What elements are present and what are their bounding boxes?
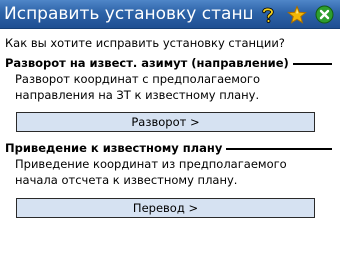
section-translate-description: Приведение координат из предполагаемого … — [15, 156, 325, 188]
description-line: Разворот координат с предполагаемого — [15, 72, 260, 86]
question-text: Как вы хотите исправить установку станци… — [5, 36, 285, 50]
description-line: начала отсчета к известному плану. — [15, 173, 238, 187]
star-icon — [286, 4, 307, 24]
section-rotation-title: Разворот на извест. азимут (направление) — [5, 56, 293, 70]
help-icon — [261, 7, 274, 23]
section-rotation-description: Разворот координат с предполагаемого нап… — [15, 71, 325, 103]
translate-button[interactable]: Перевод > — [16, 198, 315, 218]
description-line: направления на ЗТ к известному плану. — [15, 88, 260, 102]
help-button[interactable] — [257, 4, 278, 25]
favorite-button[interactable] — [286, 4, 307, 25]
close-button[interactable] — [314, 4, 335, 25]
description-line: Приведение координат из предполагаемого — [15, 157, 287, 171]
section-rotation-heading: Разворот на извест. азимут (направление) — [5, 56, 332, 70]
title-bar: Исправить установку станци — [0, 0, 340, 29]
section-translate-heading: Приведение к известному плану — [5, 141, 332, 155]
rotate-button[interactable]: Разворот > — [16, 112, 315, 132]
section-translate-title: Приведение к известному плану — [5, 141, 227, 155]
window-title: Исправить установку станци — [4, 4, 252, 24]
close-icon — [315, 5, 334, 24]
